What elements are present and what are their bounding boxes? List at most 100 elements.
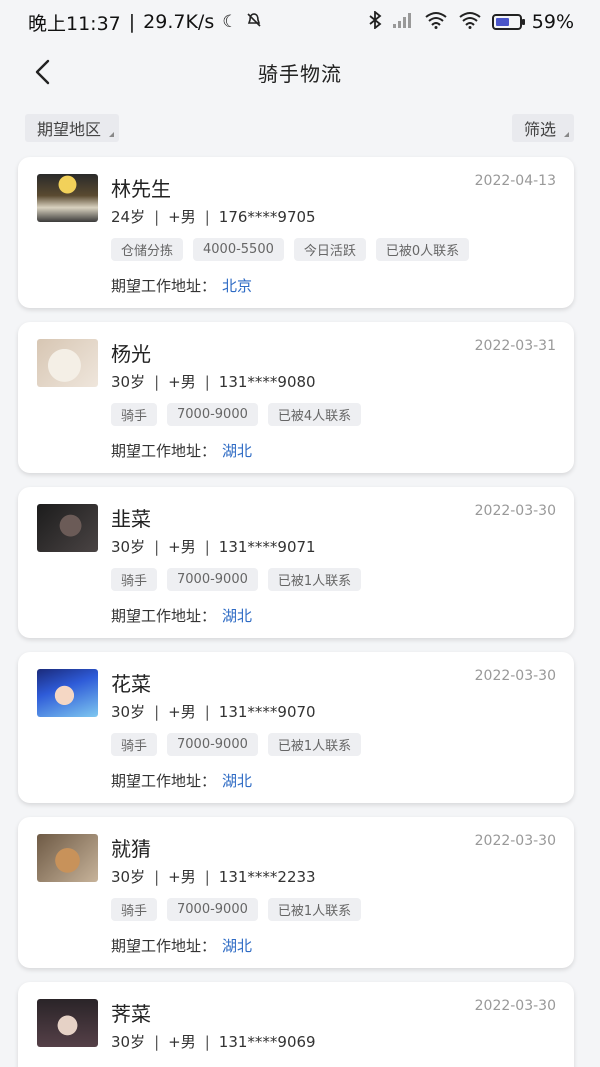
candidate-age: 30岁 — [111, 703, 146, 721]
avatar — [37, 999, 98, 1047]
status-time: 晚上11:37 — [28, 12, 121, 35]
tag: 骑手 — [111, 733, 158, 756]
chevron-left-icon — [35, 59, 50, 85]
moon-icon: ☾ — [222, 11, 238, 32]
battery-icon — [491, 14, 525, 30]
expected-address: 期望工作地址： 湖北 — [111, 440, 252, 461]
signal-icon — [392, 11, 414, 33]
screen-filter-label: 筛选 — [523, 120, 556, 139]
candidate-phone: 131****9070 — [218, 703, 316, 721]
post-date: 2022-03-30 — [474, 833, 556, 849]
tag-list: 骑手 7000-9000 已被1人联系 — [111, 733, 362, 756]
tag: 骑手 — [111, 568, 158, 591]
candidate-info: 30岁 | +男 | 131****9069 — [111, 1031, 316, 1052]
bluetooth-icon — [368, 10, 382, 33]
post-date: 2022-03-30 — [474, 503, 556, 519]
tag: 骑手 — [111, 403, 158, 426]
info-separator: | — [204, 1033, 210, 1051]
status-left: 晚上11:37 | 29.7K/s ☾ — [28, 9, 262, 36]
candidate-info: 30岁 | +男 | 131****9070 — [111, 701, 316, 722]
info-separator: | — [204, 868, 210, 886]
post-date: 2022-03-31 — [474, 338, 556, 354]
candidate-card[interactable]: 荠菜 2022-03-30 30岁 | +男 | 131****9069 — [18, 982, 574, 1067]
address-label: 期望工作地址： — [111, 937, 217, 955]
candidate-gender: +男 — [168, 538, 196, 556]
candidate-age: 30岁 — [111, 373, 146, 391]
candidate-phone: 131****9069 — [218, 1033, 316, 1051]
tag: 骑手 — [111, 898, 158, 921]
address-city: 湖北 — [222, 937, 253, 955]
candidate-age: 30岁 — [111, 868, 146, 886]
address-city: 湖北 — [222, 607, 253, 625]
candidate-info: 30岁 | +男 | 131****9080 — [111, 371, 316, 392]
info-separator: | — [204, 373, 210, 391]
wifi-icon-secondary — [458, 11, 482, 34]
candidate-phone: 176****9705 — [218, 208, 316, 226]
candidate-card[interactable]: 林先生 2022-04-13 24岁 | +男 | 176****9705 仓储分拣 4000-… — [18, 157, 574, 308]
expected-address: 期望工作地址： 湖北 — [111, 770, 252, 791]
candidate-phone: 131****9080 — [218, 373, 316, 391]
tag: 7000-9000 — [167, 568, 258, 591]
wifi-icon — [424, 11, 448, 34]
candidate-card[interactable]: 韭菜 2022-03-30 30岁 | +男 | 131****9071 骑手 7000-900… — [18, 487, 574, 638]
region-filter-button[interactable]: 期望地区 — [25, 114, 120, 142]
avatar — [37, 339, 98, 387]
avatar — [37, 669, 98, 717]
candidate-age: 30岁 — [111, 538, 146, 556]
corner-triangle-icon — [564, 132, 569, 137]
tag-list: 骑手 7000-9000 已被1人联系 — [111, 898, 362, 921]
candidate-card[interactable]: 花菜 2022-03-30 30岁 | +男 | 131****9070 骑手 7000-900… — [18, 652, 574, 803]
address-city: 北京 — [222, 277, 253, 295]
post-date: 2022-03-30 — [474, 668, 556, 684]
candidate-age: 30岁 — [111, 1033, 146, 1051]
candidate-card[interactable]: 就猜 2022-03-30 30岁 | +男 | 131****2233 骑手 7000-900… — [18, 817, 574, 968]
region-filter-label: 期望地区 — [37, 120, 102, 139]
page-title: 骑手物流 — [258, 61, 342, 86]
status-right: 59% — [368, 10, 574, 34]
network-speed: 29.7K/s — [143, 11, 215, 33]
info-separator: | — [154, 373, 160, 391]
candidate-card[interactable]: 杨光 2022-03-31 30岁 | +男 | 131****9080 骑手 7000-900… — [18, 322, 574, 473]
candidate-gender: +男 — [168, 868, 196, 886]
candidate-phone: 131****9071 — [218, 538, 316, 556]
address-label: 期望工作地址： — [111, 772, 217, 790]
status-bar: 晚上11:37 | 29.7K/s ☾ 59% — [0, 0, 600, 44]
corner-triangle-icon — [109, 132, 115, 137]
tag: 已被1人联系 — [267, 733, 362, 756]
expected-address: 期望工作地址： 北京 — [111, 275, 252, 296]
tag: 7000-9000 — [167, 898, 258, 921]
address-label: 期望工作地址： — [111, 607, 217, 625]
tag-list: 骑手 7000-9000 已被1人联系 — [111, 568, 362, 591]
candidate-gender: +男 — [168, 373, 196, 391]
screen-filter-button[interactable]: 筛选 — [511, 114, 574, 142]
battery-level — [495, 18, 509, 26]
address-label: 期望工作地址： — [111, 277, 217, 295]
avatar — [37, 504, 98, 552]
info-separator: | — [204, 703, 210, 721]
candidate-name: 韭菜 — [111, 507, 151, 531]
info-separator: | — [204, 208, 210, 226]
tag: 已被1人联系 — [267, 898, 362, 921]
tag: 4000-5500 — [193, 238, 284, 261]
filter-bar: 期望地区 筛选 — [0, 112, 600, 144]
status-divider: | — [128, 11, 136, 33]
info-separator: | — [204, 538, 210, 556]
avatar — [37, 834, 98, 882]
tag: 已被4人联系 — [267, 403, 362, 426]
candidate-phone: 131****2233 — [218, 868, 316, 886]
candidate-name: 杨光 — [111, 342, 151, 366]
tag: 已被0人联系 — [375, 238, 470, 261]
address-label: 期望工作地址： — [111, 442, 217, 460]
expected-address: 期望工作地址： 湖北 — [111, 605, 252, 626]
candidate-name: 荠菜 — [111, 1002, 151, 1026]
tag: 仓储分拣 — [111, 238, 184, 261]
candidate-age: 24岁 — [111, 208, 146, 226]
candidate-gender: +男 — [168, 703, 196, 721]
avatar — [37, 174, 98, 222]
tag-list: 骑手 7000-9000 已被4人联系 — [111, 403, 362, 426]
info-separator: | — [154, 868, 160, 886]
back-button[interactable] — [28, 56, 56, 88]
mute-icon — [246, 12, 262, 32]
tag: 已被1人联系 — [267, 568, 362, 591]
candidate-info: 30岁 | +男 | 131****9071 — [111, 536, 316, 557]
